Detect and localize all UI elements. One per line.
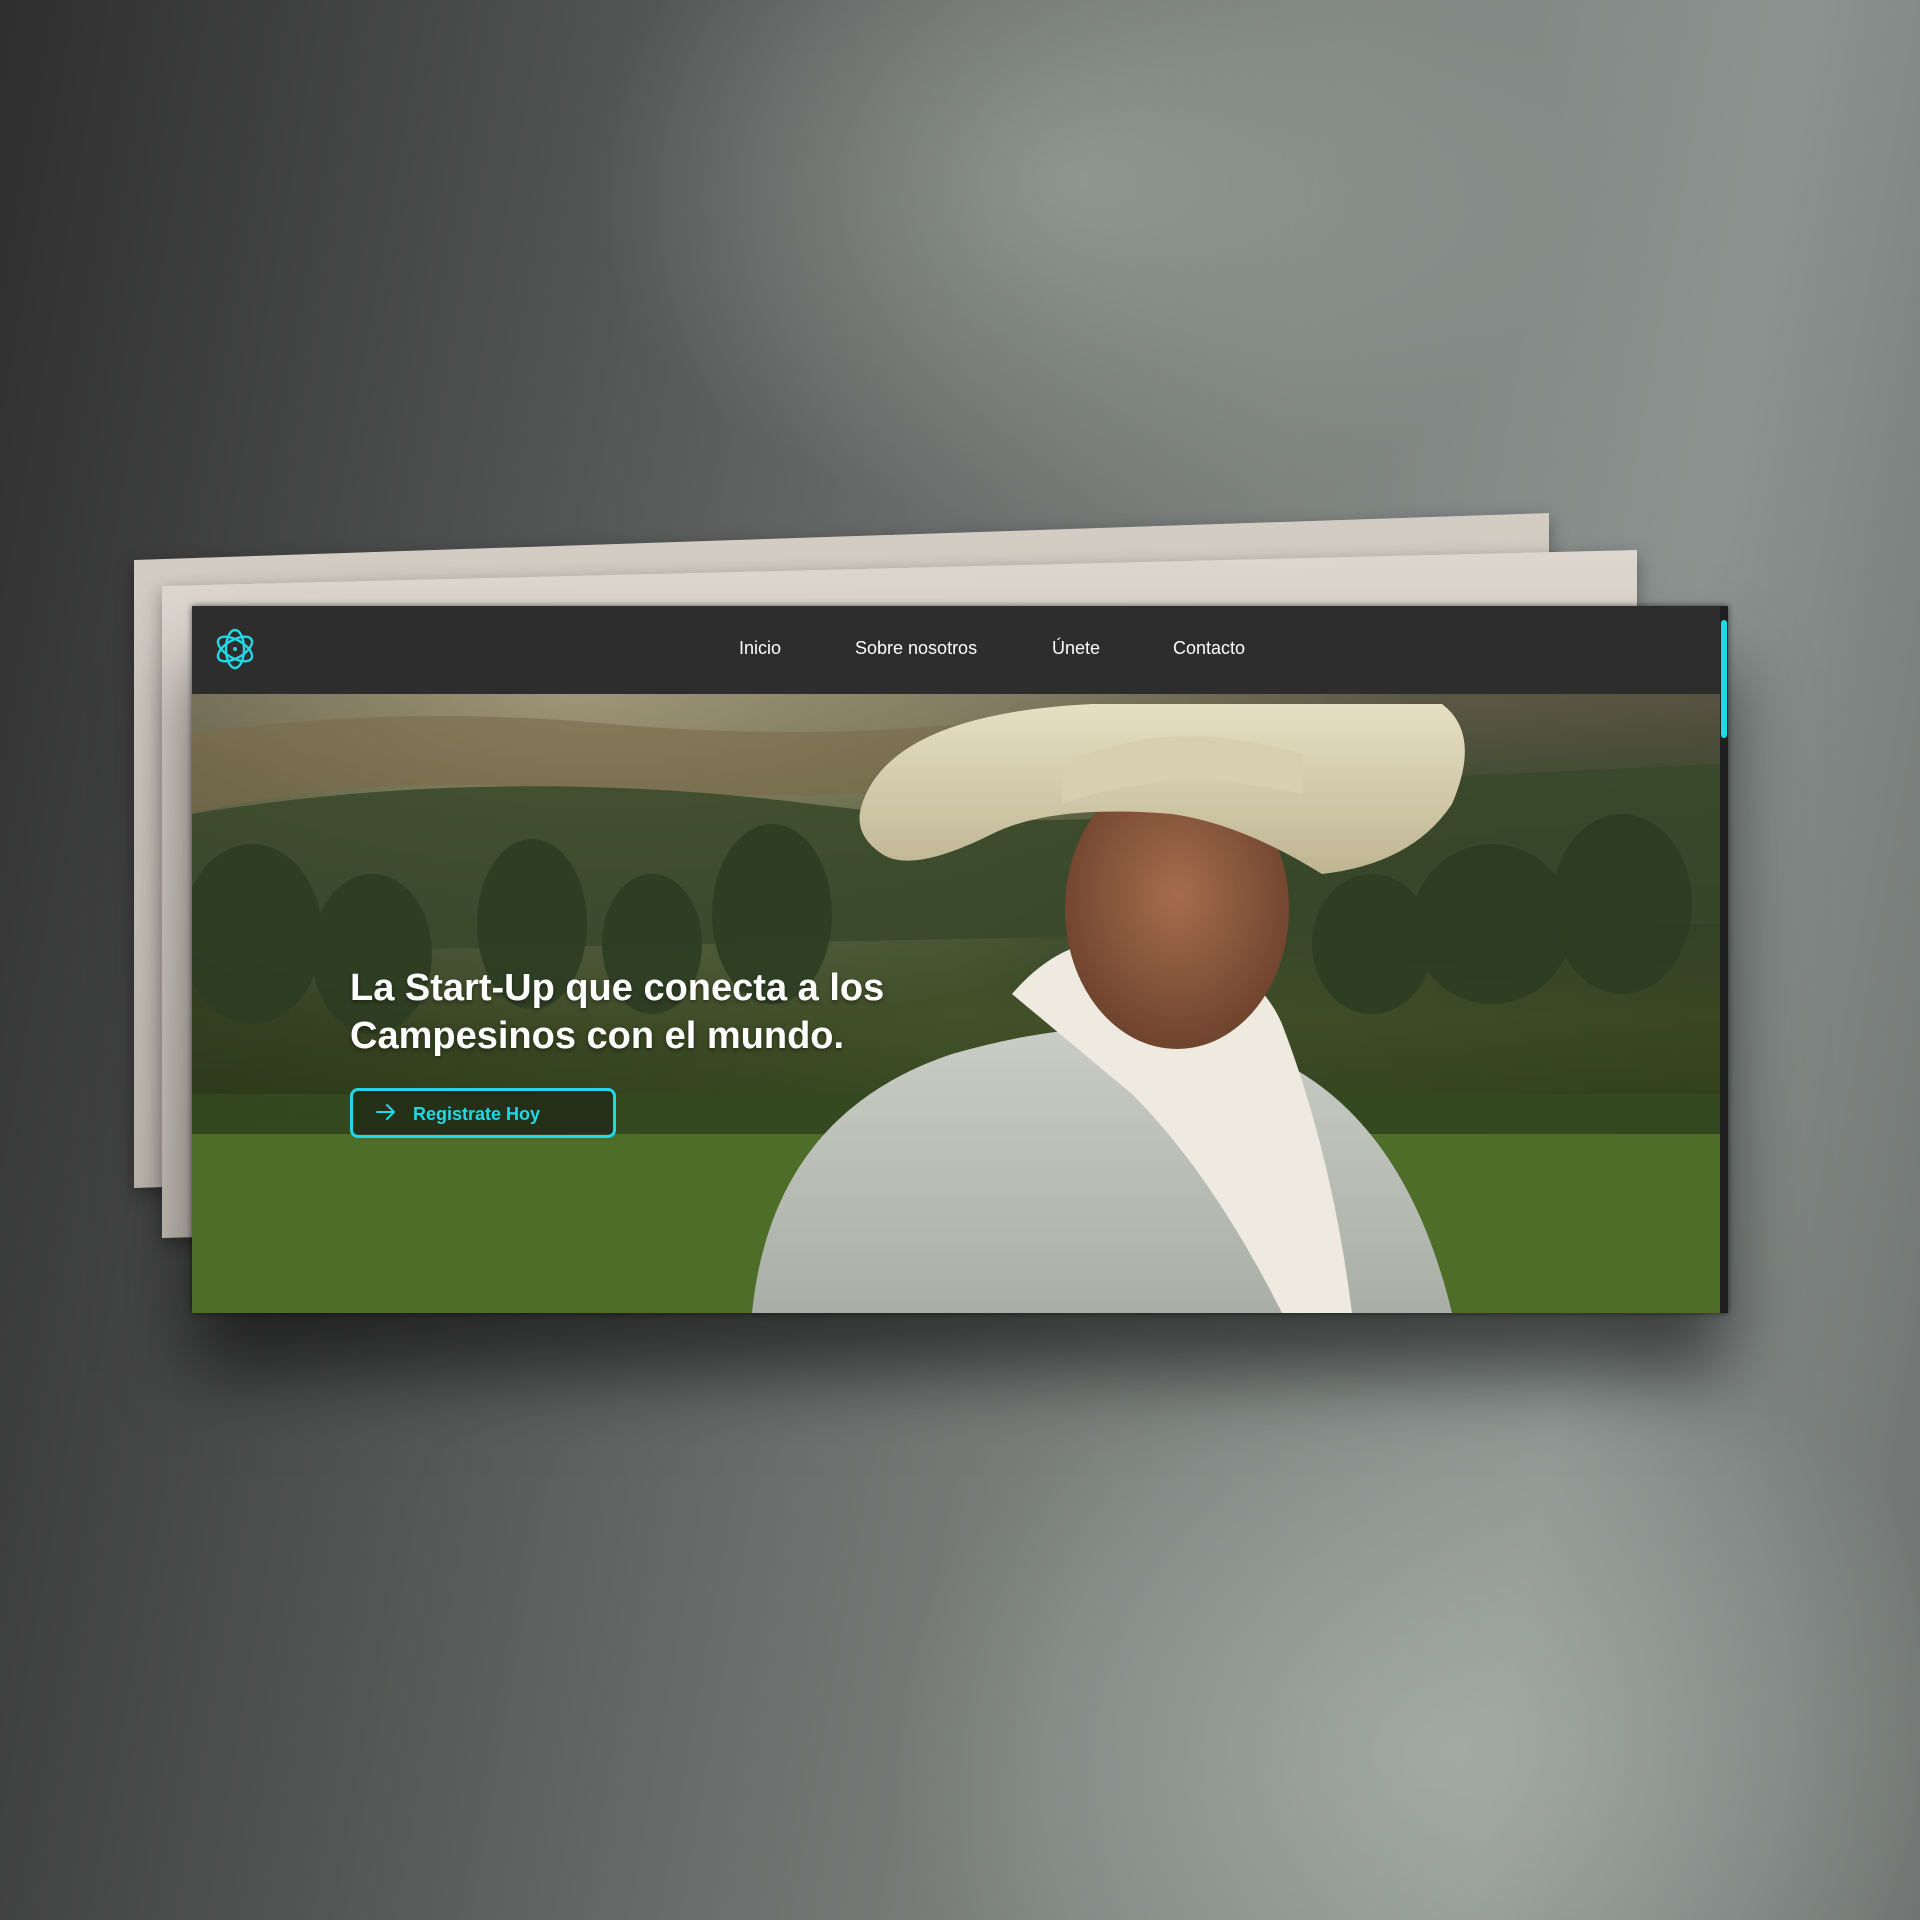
nav-link-inicio[interactable]: Inicio	[739, 638, 781, 659]
website-screenshot: La Start-Up que conecta a los Campesinos…	[192, 606, 1728, 1313]
hero-headline-line-2: Campesinos con el mundo.	[350, 1015, 845, 1057]
scrollbar[interactable]	[1720, 606, 1728, 1313]
hero-headline-line-1: La Start-Up que conecta a los	[350, 967, 885, 1009]
nav-links: Inicio Sobre nosotros Únete Contacto	[192, 606, 1720, 694]
nav-link-contacto[interactable]: Contacto	[1173, 638, 1245, 659]
navbar: Inicio Sobre nosotros Únete Contacto	[192, 606, 1720, 694]
arrow-right-icon	[376, 1104, 395, 1120]
nav-link-unete[interactable]: Únete	[1052, 638, 1100, 659]
register-today-label: Registrate Hoy	[413, 1104, 541, 1124]
scrollbar-thumb[interactable]	[1721, 620, 1727, 738]
hero-headline: La Start-Up que conecta a los Campesinos…	[350, 964, 970, 1060]
hero-section: La Start-Up que conecta a los Campesinos…	[192, 694, 1720, 1313]
register-today-button[interactable]: Registrate Hoy	[350, 1088, 616, 1138]
nav-link-sobre-nosotros[interactable]: Sobre nosotros	[855, 638, 977, 659]
